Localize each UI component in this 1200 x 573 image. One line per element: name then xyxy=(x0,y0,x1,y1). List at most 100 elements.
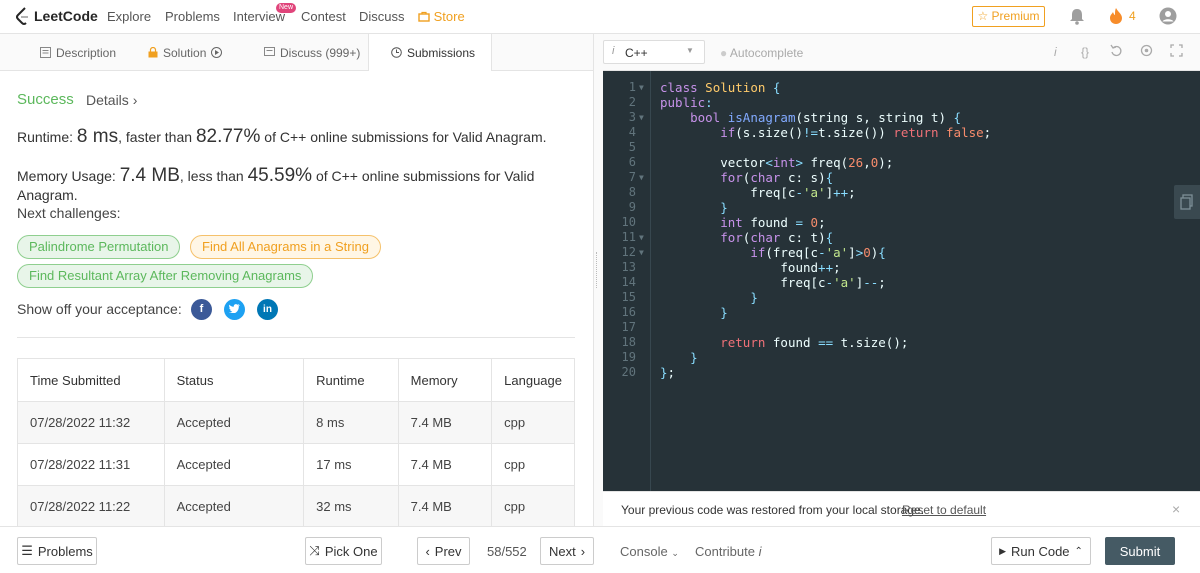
facebook-icon[interactable]: f xyxy=(191,299,212,320)
premium-button[interactable]: ☆ Premium xyxy=(972,6,1045,27)
memory-stat: Memory Usage: 7.4 MB, less than 45.59% o… xyxy=(17,165,593,203)
console-toggle[interactable]: Console ⌄ xyxy=(620,544,679,559)
leetcode-logo[interactable]: LeetCode xyxy=(16,7,98,25)
language-select[interactable]: i C++ ▼ xyxy=(603,40,705,64)
info-icon: i xyxy=(758,544,762,559)
contribute-link[interactable]: Contribute i xyxy=(695,544,762,559)
twitter-icon[interactable] xyxy=(224,299,245,320)
fold-icon[interactable]: ▼ xyxy=(639,83,644,92)
reset-to-default-link[interactable]: Reset to default xyxy=(902,503,986,517)
autocomplete-toggle[interactable]: ● Autocomplete xyxy=(720,46,803,60)
settings-icon[interactable] xyxy=(1140,44,1153,57)
reset-icon[interactable] xyxy=(1110,44,1123,57)
top-navbar: LeetCode Explore Problems Interview New … xyxy=(0,0,1200,34)
cell-status[interactable]: Accepted xyxy=(163,443,305,486)
cell-status[interactable]: Accepted xyxy=(163,485,305,526)
tab-solution[interactable]: Solution xyxy=(148,34,223,71)
run-code-label: Run Code xyxy=(1010,543,1070,559)
cell-language: cpp xyxy=(491,401,575,444)
avatar-icon[interactable] xyxy=(1159,7,1177,25)
prev-button[interactable]: ‹ Prev xyxy=(417,537,470,565)
table-row[interactable]: 07/28/2022 11:31 Accepted 17 ms 7.4 MB c… xyxy=(17,443,575,486)
table-row[interactable]: 07/28/2022 11:32 Accepted 8 ms 7.4 MB cp… xyxy=(17,401,575,444)
prev-label: Prev xyxy=(434,543,462,559)
leetcode-logo-icon xyxy=(16,7,28,25)
header-memory[interactable]: Memory xyxy=(397,358,493,402)
linkedin-icon[interactable]: in xyxy=(257,299,278,320)
challenge-find-all-anagrams[interactable]: Find All Anagrams in a String xyxy=(190,235,381,259)
header-runtime[interactable]: Runtime xyxy=(303,358,399,402)
nav-explore[interactable]: Explore xyxy=(107,9,151,24)
fold-icon[interactable]: ▼ xyxy=(639,233,644,242)
logo-text: LeetCode xyxy=(34,8,98,24)
line-number: 13 xyxy=(621,260,636,274)
fullscreen-icon[interactable] xyxy=(1170,44,1183,57)
new-badge: New xyxy=(276,3,297,13)
line-number: 7 xyxy=(628,170,636,184)
details-link[interactable]: Details › xyxy=(86,92,137,108)
cell-status[interactable]: Accepted xyxy=(163,401,305,444)
lock-icon xyxy=(148,47,158,58)
side-panel-tab[interactable] xyxy=(1174,185,1200,219)
cell-runtime: 17 ms xyxy=(303,443,399,486)
fold-icon[interactable]: ▼ xyxy=(639,173,644,182)
cell-time: 07/28/2022 11:22 xyxy=(17,485,165,526)
tab-description[interactable]: Description xyxy=(40,34,116,71)
cell-language: cpp xyxy=(491,485,575,526)
status-success: Success xyxy=(17,91,74,108)
fire-icon[interactable] xyxy=(1109,7,1123,25)
problem-tabs: Description Solution Discuss (999+) Subm… xyxy=(0,34,593,71)
cell-runtime: 32 ms xyxy=(303,485,399,526)
autocomplete-label: Autocomplete xyxy=(729,46,804,60)
line-number: 3 xyxy=(628,110,636,124)
line-number: 20 xyxy=(621,365,636,379)
runtime-percent: 82.77% xyxy=(195,126,261,147)
problems-button[interactable]: ☰ Problems xyxy=(17,537,97,565)
runtime-value: 8 ms xyxy=(76,126,119,147)
description-icon xyxy=(40,47,51,58)
line-number: 16 xyxy=(621,305,636,319)
run-code-button[interactable]: ▶ Run Code ⌃ xyxy=(991,537,1091,565)
pick-one-button[interactable]: ⤨ Pick One xyxy=(305,537,382,565)
memory-value: 7.4 MB xyxy=(119,165,180,186)
next-button[interactable]: Next › xyxy=(540,537,594,565)
code-editor[interactable]: 1 2 3 4 5 6 7 8 9 10 11 12 13 14 15 16 17 18 19 20 ▼ ▼ ▼ ▼ … xyxy=(603,71,1200,491)
fold-icon[interactable]: ▼ xyxy=(639,113,644,122)
table-row[interactable]: 07/28/2022 11:22 Accepted 32 ms 7.4 MB c… xyxy=(17,485,575,526)
info-icon: i xyxy=(612,45,615,57)
bell-icon[interactable] xyxy=(1069,7,1085,25)
line-number: 17 xyxy=(621,320,636,334)
cell-memory: 7.4 MB xyxy=(397,485,493,526)
next-challenges-label: Next challenges: xyxy=(17,205,121,221)
dot-icon: ● xyxy=(720,46,728,60)
info-icon[interactable]: i xyxy=(1054,45,1057,59)
header-language[interactable]: Language xyxy=(491,358,575,402)
fold-icon[interactable]: ▼ xyxy=(639,248,644,257)
copy-icon xyxy=(1180,194,1193,210)
shuffle-icon: ⤨ xyxy=(309,543,320,558)
submit-button[interactable]: Submit xyxy=(1105,537,1175,565)
editor-toolbar: i C++ ▼ ● Autocomplete i {} xyxy=(603,34,1200,71)
tab-discuss-label: Discuss (999+) xyxy=(280,45,361,60)
challenge-find-resultant-array[interactable]: Find Resultant Array After Removing Anag… xyxy=(17,264,314,288)
splitter-grip[interactable] xyxy=(596,252,599,288)
cell-time: 07/28/2022 11:31 xyxy=(17,443,165,486)
nav-store[interactable]: Store xyxy=(418,9,465,24)
nav-contest[interactable]: Contest xyxy=(301,9,346,24)
line-number: 5 xyxy=(628,140,636,154)
nav-discuss[interactable]: Discuss xyxy=(359,9,405,24)
header-status[interactable]: Status xyxy=(163,358,305,402)
chevron-left-icon: ‹ xyxy=(425,543,430,559)
runtime-tail: of C++ online submissions for Valid Anag… xyxy=(260,129,547,145)
nav-problems[interactable]: Problems xyxy=(165,9,220,24)
tab-submissions[interactable]: Submissions xyxy=(368,34,492,71)
close-icon[interactable]: × xyxy=(1172,501,1180,517)
runtime-stat: Runtime: 8 ms, faster than 82.77% of C++… xyxy=(17,126,547,148)
challenge-palindrome-permutation[interactable]: Palindrome Permutation xyxy=(17,235,181,259)
header-time-submitted[interactable]: Time Submitted xyxy=(17,358,165,402)
pick-one-label: Pick One xyxy=(324,543,378,559)
tab-discuss[interactable]: Discuss (999+) xyxy=(264,34,360,71)
console-label: Console xyxy=(620,544,668,559)
braces-icon[interactable]: {} xyxy=(1081,45,1089,59)
language-value: C++ xyxy=(625,46,648,60)
